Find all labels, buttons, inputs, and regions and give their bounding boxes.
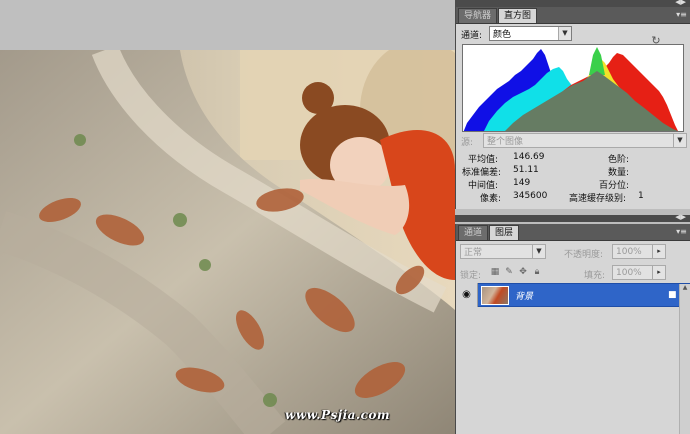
layers-panel: 通道 图层 ▾≡ 正常 ▼ 不透明度: 100% ▸ 锁定: ▦ ✎ ✥ 🔒︎ 填充:… xyxy=(455,224,690,434)
histogram-graph xyxy=(462,44,684,132)
opacity-value: 100% xyxy=(616,246,642,257)
cache-level-value: 1 xyxy=(638,191,644,201)
lock-all-icon[interactable]: 🔒︎ xyxy=(532,267,542,277)
fill-label: 填充: xyxy=(584,271,606,281)
lock-transparent-pixels-icon[interactable]: ▦ xyxy=(490,267,500,277)
layer-name[interactable]: 背景 xyxy=(515,289,533,302)
channel-select-value: 颜色 xyxy=(493,30,512,40)
lock-image-pixels-icon[interactable]: ✎ xyxy=(504,267,514,277)
tab-layers[interactable]: 图层 xyxy=(489,225,520,240)
lock-icon: ■ xyxy=(668,290,677,300)
median-value: 149 xyxy=(513,178,531,188)
panel-dock-header-top[interactable]: ◀▶ xyxy=(455,0,690,7)
layer-row-background[interactable]: 背景 ■ xyxy=(478,283,690,307)
fill-field: 100% ▸ xyxy=(612,265,666,280)
level-label: 色阶: xyxy=(608,155,630,165)
opacity-label: 不透明度: xyxy=(564,250,604,260)
channel-label: 通道: xyxy=(461,31,483,41)
histogram-chart xyxy=(463,47,678,131)
scroll-up-icon[interactable]: ▲ xyxy=(680,284,690,294)
chevron-down-icon[interactable]: ▼ xyxy=(558,27,571,40)
chevron-down-icon: ▼ xyxy=(673,134,686,147)
panel-dock-header-layers[interactable]: ◀▶ xyxy=(455,213,690,222)
count-label: 数量: xyxy=(608,168,630,178)
fill-value: 100% xyxy=(616,267,642,278)
lock-options-row: 锁定: ▦ ✎ ✥ 🔒︎ 填充: 100% ▸ xyxy=(456,264,690,284)
channel-select[interactable]: 颜色 ▼ xyxy=(489,26,572,41)
source-label: 源: xyxy=(461,138,474,148)
blend-mode-value: 正常 xyxy=(464,248,483,258)
photo-image xyxy=(0,50,455,434)
cache-level-label: 高速缓存级别: xyxy=(569,194,627,204)
median-label: 中间值: xyxy=(468,181,499,191)
panel-menu-icon[interactable]: ▾≡ xyxy=(676,227,687,237)
layers-tabbar: 通道 图层 ▾≡ xyxy=(456,224,690,241)
source-select-value: 整个图像 xyxy=(487,137,524,147)
document-canvas-area[interactable]: www.Psjia.com xyxy=(0,0,455,434)
histogram-panel: 导航器 直方图 ▾≡ 通道: 颜色 ▼ ↻ 源: 整个图像 ▼ 平均值: 146… xyxy=(455,7,690,209)
eye-icon[interactable]: ◉ xyxy=(462,290,471,300)
pixels-label: 像素: xyxy=(480,194,502,204)
layer-thumbnail xyxy=(481,285,509,305)
opacity-field: 100% ▸ xyxy=(612,244,666,259)
watermark-text: www.Psjia.com xyxy=(285,408,391,422)
lock-label: 锁定: xyxy=(460,271,482,281)
source-select: 整个图像 ▼ xyxy=(483,133,687,148)
collapse-arrows-icon[interactable]: ◀▶ xyxy=(675,0,686,6)
photo-artwork xyxy=(0,50,455,434)
tab-histogram[interactable]: 直方图 xyxy=(498,8,538,23)
layer-visibility-toggle[interactable]: ◉ xyxy=(456,283,478,307)
stddev-label: 标准偏差: xyxy=(462,168,502,178)
lock-position-icon[interactable]: ✥ xyxy=(518,267,528,277)
mean-label: 平均值: xyxy=(468,155,499,165)
chevron-down-icon: ▼ xyxy=(532,245,545,258)
tab-navigator[interactable]: 导航器 xyxy=(458,8,498,23)
percentile-label: 百分位: xyxy=(599,181,630,191)
panel-menu-icon[interactable]: ▾≡ xyxy=(676,10,687,20)
collapse-arrows-icon[interactable]: ◀▶ xyxy=(675,213,686,221)
blend-options-row: 正常 ▼ 不透明度: 100% ▸ xyxy=(456,243,690,263)
mean-value: 146.69 xyxy=(513,152,545,162)
pixels-value: 345600 xyxy=(513,191,548,201)
tab-channels[interactable]: 通道 xyxy=(458,225,489,240)
stddev-value: 51.11 xyxy=(513,165,539,175)
layers-scrollbar[interactable]: ▲ xyxy=(679,284,690,434)
chevron-right-icon: ▸ xyxy=(652,266,665,279)
blend-mode-select: 正常 ▼ xyxy=(460,244,546,259)
chevron-right-icon: ▸ xyxy=(652,245,665,258)
histogram-tabbar: 导航器 直方图 ▾≡ xyxy=(456,7,690,24)
